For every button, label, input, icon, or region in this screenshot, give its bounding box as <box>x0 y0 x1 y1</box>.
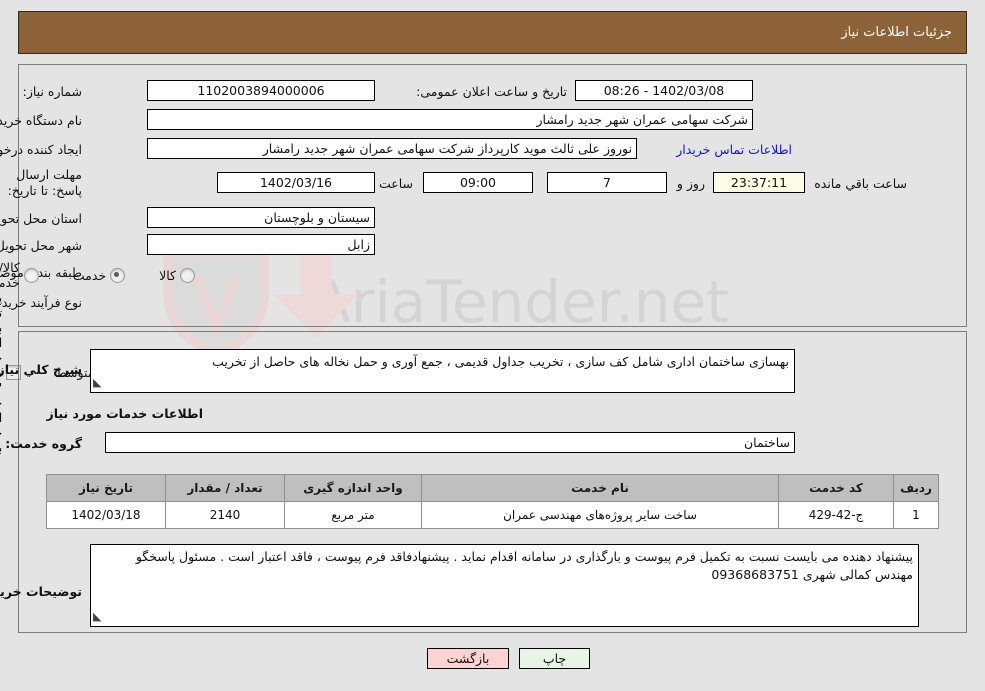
deadline-days: 7 <box>547 172 667 193</box>
buyer-notes-label: توضیحات خریدار: <box>0 584 82 599</box>
category-option-label-1: خدمت <box>72 267 107 283</box>
category-option-kala-khedmat[interactable]: کالا/خدمت <box>0 260 39 290</box>
description-label: شرح کلي نياز: <box>0 362 82 377</box>
page-title: جزئیات اطلاعات نیاز <box>841 25 952 40</box>
buyer-contact-link[interactable]: اطلاعات تماس خریدار <box>676 142 792 157</box>
category-option-label-2: کالا/خدمت <box>0 260 20 290</box>
services-section-heading: اطلاعات خدمات مورد نیاز <box>46 406 204 421</box>
col-row-number: ردیف <box>893 474 939 502</box>
category-option-kala[interactable]: کالا <box>159 267 195 283</box>
print-button[interactable]: چاپ <box>519 648 590 669</box>
deadline-time: 09:00 <box>423 172 533 193</box>
public-announce-label: تاریخ و ساعت اعلان عمومی: <box>416 84 567 99</box>
resize-grip-icon[interactable]: ◢ <box>93 374 101 392</box>
city-value: زابل <box>147 234 375 255</box>
col-service-code: کد خدمت <box>778 474 894 502</box>
province-label: استان محل تحویل: <box>0 211 82 226</box>
cell-quantity: 2140 <box>165 501 285 529</box>
buyer-notes-value: پیشنهاد دهنده می بایست نسبت به تکمیل فرم… <box>135 549 913 582</box>
category-option-label-0: کالا <box>159 267 176 283</box>
category-option-khedmat[interactable]: خدمت <box>72 267 126 283</box>
description-value-box[interactable]: بهسازی ساختمان اداری شامل کف سازی ، تخری… <box>90 349 795 393</box>
cell-unit: متر مربع <box>284 501 422 529</box>
cell-service-name: ساخت سایر پروژه‌های مهندسی عمران <box>421 501 779 529</box>
radio-icon[interactable] <box>23 267 39 283</box>
page-root: AriaTender.net جزئیات اطلاعات نیاز شماره… <box>0 0 985 691</box>
deadline-countdown: 23:37:11 <box>713 172 805 193</box>
radio-icon[interactable] <box>110 267 126 283</box>
requester-label: ایجاد کننده درخواست: <box>0 142 82 157</box>
buyer-org-label: نام دستگاه خریدار: <box>0 113 82 128</box>
deadline-date: 1402/03/16 <box>217 172 375 193</box>
table-row: 1 ج-42-429 ساخت سایر پروژه‌های مهندسی عم… <box>46 501 939 529</box>
need-number-label: شماره نیاز: <box>22 84 82 99</box>
category-radio-group: کالا خدمت کالا/خدمت <box>0 260 195 290</box>
buyer-notes-box[interactable]: پیشنهاد دهنده می بایست نسبت به تکمیل فرم… <box>90 544 919 627</box>
page-title-bar: جزئیات اطلاعات نیاز <box>18 11 967 54</box>
col-unit: واحد اندازه گیری <box>284 474 422 502</box>
col-quantity: تعداد / مقدار <box>165 474 285 502</box>
col-need-date: تاریخ نیاز <box>46 474 166 502</box>
need-number-value: 1102003894000006 <box>147 80 375 101</box>
back-button[interactable]: بازگشت <box>427 648 509 669</box>
cell-service-code: ج-42-429 <box>778 501 894 529</box>
province-value: سیستان و بلوچستان <box>147 207 375 228</box>
city-label: شهر محل تحویل: <box>0 238 82 253</box>
deadline-days-suffix: روز و <box>676 176 705 191</box>
cell-need-date: 1402/03/18 <box>46 501 166 529</box>
resize-grip-icon[interactable]: ◢ <box>93 608 101 626</box>
services-table: ردیف کد خدمت نام خدمت واحد اندازه گیری ت… <box>46 474 939 529</box>
requester-value: نوروز علی ثالث موید کارپرداز شرکت سهامی … <box>147 138 637 159</box>
service-group-label: گروه خدمت: <box>5 436 82 451</box>
buyer-org-value: شرکت سهامی عمران شهر جدید رامشار <box>147 109 753 130</box>
description-value: بهسازی ساختمان اداری شامل کف سازی ، تخری… <box>212 354 789 369</box>
cell-row-number: 1 <box>893 501 939 529</box>
deadline-label: مهلت ارسال پاسخ: تا تاریخ: <box>7 167 82 198</box>
col-service-name: نام خدمت <box>421 474 779 502</box>
service-group-value: ساختمان <box>105 432 795 453</box>
table-header-row: ردیف کد خدمت نام خدمت واحد اندازه گیری ت… <box>46 474 939 502</box>
deadline-countdown-suffix: ساعت باقي مانده <box>814 176 907 191</box>
public-announce-value: 1402/03/08 - 08:26 <box>575 80 753 101</box>
radio-icon[interactable] <box>180 267 195 283</box>
deadline-time-label: ساعت <box>378 176 413 191</box>
